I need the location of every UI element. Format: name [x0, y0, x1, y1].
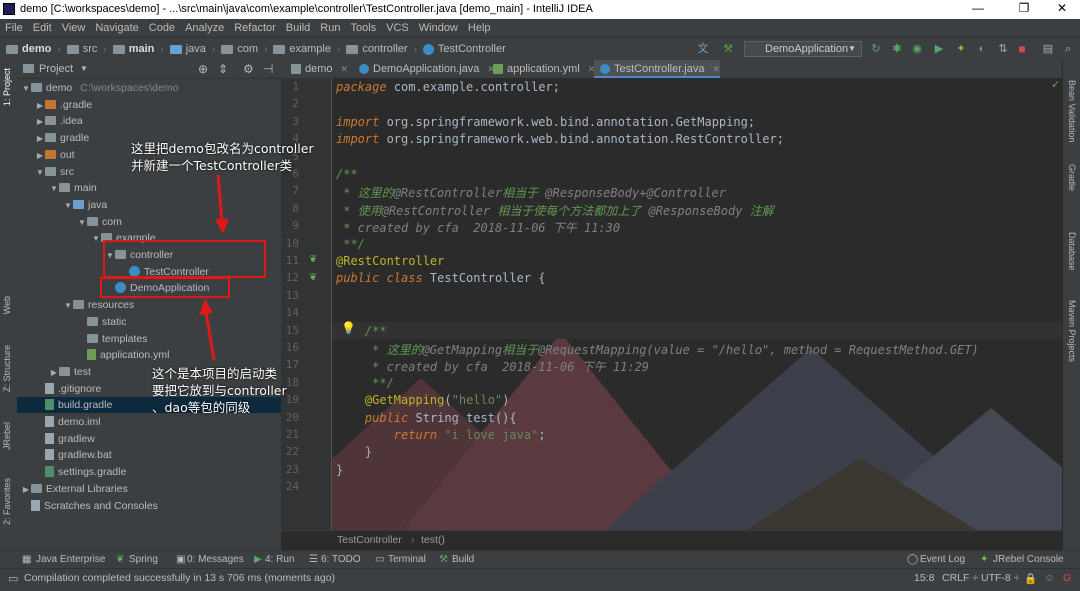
annotation-arrows: [199, 174, 229, 361]
annotation-arrowhead: [199, 299, 213, 315]
annotation-arrow-line: [216, 174, 224, 223]
annotation-arrow-line: [204, 311, 216, 361]
annotation-arrowhead: [215, 219, 229, 234]
